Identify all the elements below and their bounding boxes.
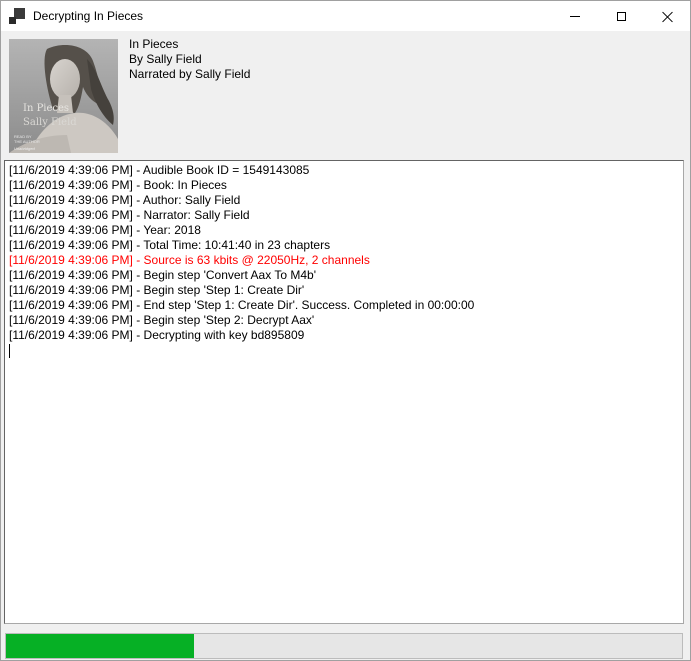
maximize-icon (617, 12, 626, 21)
log-line: [11/6/2019 4:39:06 PM] - Source is 63 kb… (9, 253, 679, 268)
book-cover-image: In Pieces Sally Field READ BY THE AUTHOR… (9, 39, 118, 153)
book-narrator: Narrated by Sally Field (129, 67, 250, 82)
log-line: [11/6/2019 4:39:06 PM] - Begin step 'Con… (9, 268, 679, 283)
svg-text:In Pieces: In Pieces (23, 103, 69, 114)
minimize-button[interactable] (552, 1, 598, 31)
progress-bar (5, 633, 683, 659)
log-lines: [11/6/2019 4:39:06 PM] - Audible Book ID… (9, 163, 679, 343)
book-author: By Sally Field (129, 52, 250, 67)
close-button[interactable] (644, 1, 690, 31)
window-controls (552, 1, 690, 31)
window-title: Decrypting In Pieces (33, 9, 143, 23)
log-line: [11/6/2019 4:39:06 PM] - End step 'Step … (9, 298, 679, 313)
minimize-icon (570, 16, 580, 17)
progress-fill (6, 634, 194, 658)
close-icon (662, 11, 673, 22)
log-line: [11/6/2019 4:39:06 PM] - Begin step 'Ste… (9, 283, 679, 298)
log-line: [11/6/2019 4:39:06 PM] - Author: Sally F… (9, 193, 679, 208)
app-icon-block-small (9, 17, 16, 24)
log-line: [11/6/2019 4:39:06 PM] - Decrypting with… (9, 328, 679, 343)
log-line: [11/6/2019 4:39:06 PM] - Audible Book ID… (9, 163, 679, 178)
app-window: Decrypting In Pieces (0, 0, 691, 661)
log-line: [11/6/2019 4:39:06 PM] - Narrator: Sally… (9, 208, 679, 223)
svg-text:Sally Field: Sally Field (23, 117, 77, 128)
book-title: In Pieces (129, 37, 250, 52)
svg-text:Unabridged: Unabridged (14, 146, 35, 151)
app-icon (9, 8, 25, 24)
title-bar[interactable]: Decrypting In Pieces (1, 1, 690, 31)
maximize-button[interactable] (598, 1, 644, 31)
log-line: [11/6/2019 4:39:06 PM] - Year: 2018 (9, 223, 679, 238)
svg-text:THE AUTHOR: THE AUTHOR (14, 139, 40, 144)
log-line: [11/6/2019 4:39:06 PM] - Begin step 'Ste… (9, 313, 679, 328)
book-info: In Pieces By Sally Field Narrated by Sal… (129, 37, 250, 82)
text-caret (9, 344, 10, 358)
cover-art-illustration: In Pieces Sally Field READ BY THE AUTHOR… (9, 39, 118, 153)
log-line: [11/6/2019 4:39:06 PM] - Total Time: 10:… (9, 238, 679, 253)
log-line: [11/6/2019 4:39:06 PM] - Book: In Pieces (9, 178, 679, 193)
log-textbox[interactable]: [11/6/2019 4:39:06 PM] - Audible Book ID… (4, 160, 684, 624)
